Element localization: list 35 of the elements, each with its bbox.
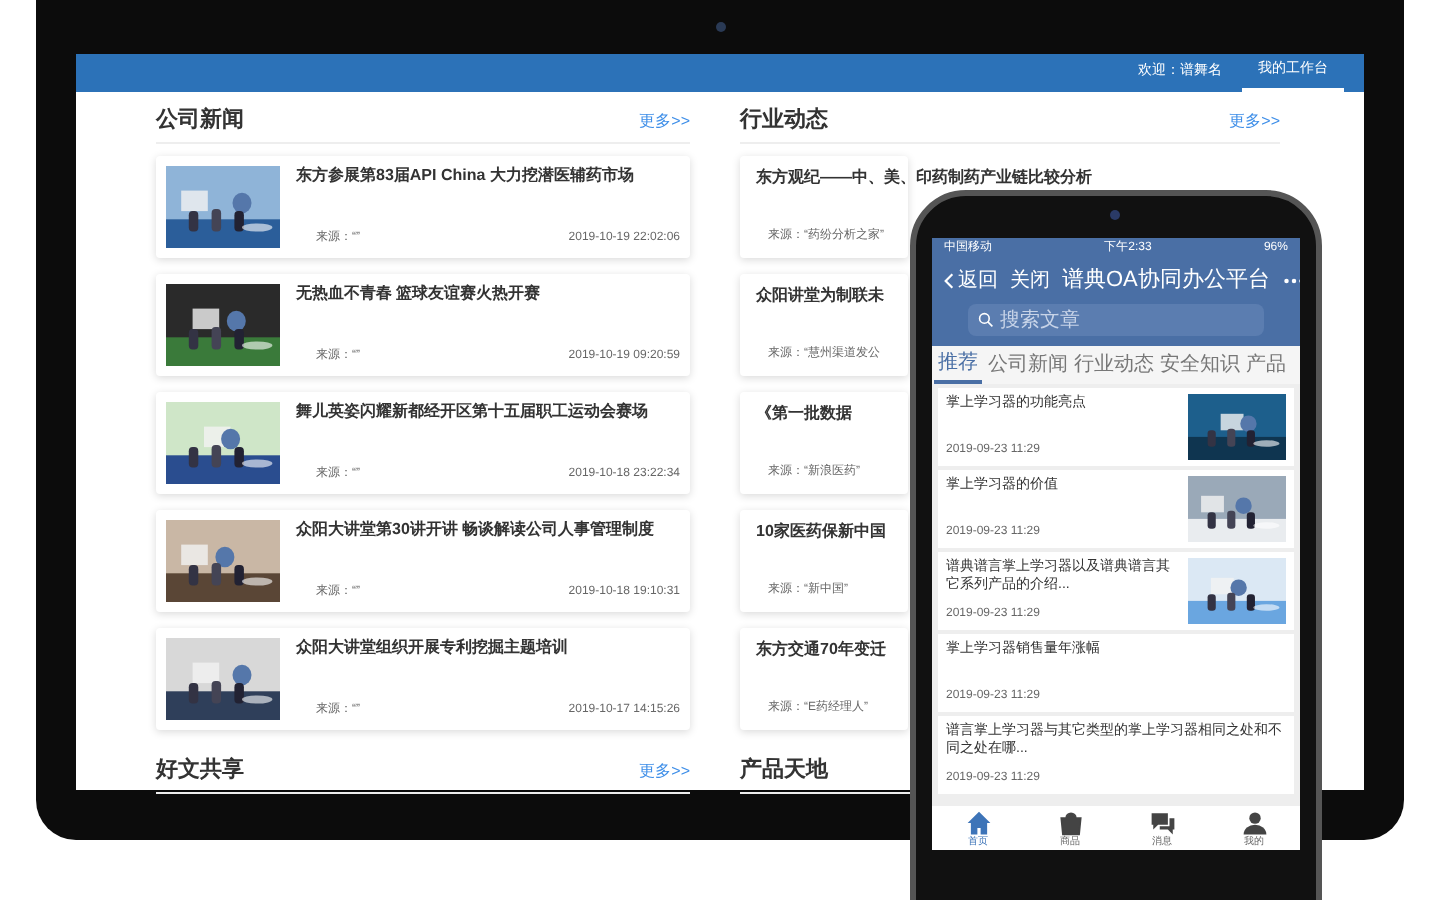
- search-icon: [978, 312, 994, 328]
- section-title: 产品天地: [740, 755, 828, 787]
- close-button[interactable]: 关闭: [1010, 265, 1050, 295]
- news-title: 《第一批数据: [756, 404, 852, 424]
- category-tab[interactable]: 产品: [1246, 346, 1286, 384]
- more-icon[interactable]: [1281, 277, 1300, 283]
- bag-icon: [1057, 809, 1083, 835]
- back-button[interactable]: 返回: [944, 265, 998, 295]
- news-title: 东方交通70年变迁: [756, 640, 886, 660]
- section-title: 好文共享: [156, 755, 244, 787]
- category-tab[interactable]: 安全知识: [1160, 346, 1240, 384]
- user-icon: [1241, 809, 1267, 835]
- back-icon: [944, 271, 954, 289]
- camera-icon: [1110, 210, 1120, 220]
- category-tab[interactable]: 推荐: [934, 346, 982, 384]
- news-title: 众阳讲堂为制联未: [756, 286, 884, 306]
- category-tab[interactable]: 行业动态: [1074, 346, 1154, 384]
- more-link[interactable]: 更多>>: [1229, 109, 1280, 133]
- chat-icon: [1149, 809, 1175, 835]
- app-title: 谱典OA协同办公平台: [1062, 265, 1270, 296]
- news-title: 舞儿英姿闪耀新都经开区第十五届职工运动会赛场: [296, 402, 650, 422]
- section-title: 公司新闻: [156, 105, 244, 137]
- home-icon: [965, 809, 991, 835]
- search-field[interactable]: 搜索文章: [968, 304, 1264, 336]
- section-title: 行业动态: [740, 105, 828, 137]
- news-title: 众阳大讲堂第30讲开讲 畅谈解读公司人事管理制度: [296, 520, 657, 540]
- news-title: 东方观纪——中、美、印药制药产业链比较分析: [756, 168, 1092, 188]
- category-tab[interactable]: 公司新闻: [988, 346, 1068, 384]
- news-title: 众阳大讲堂组织开展专利挖掘主题培训: [296, 638, 570, 658]
- camera-icon: [716, 22, 726, 32]
- news-title: 10家医药保新中国: [756, 522, 886, 542]
- news-title: 东方参展第83届API China 大力挖潜医辅药市场: [296, 166, 636, 186]
- more-link[interactable]: 更多>>: [639, 759, 690, 783]
- news-title: 无热血不青春 篮球友谊赛火热开赛: [296, 284, 543, 304]
- more-link[interactable]: 更多>>: [639, 109, 690, 133]
